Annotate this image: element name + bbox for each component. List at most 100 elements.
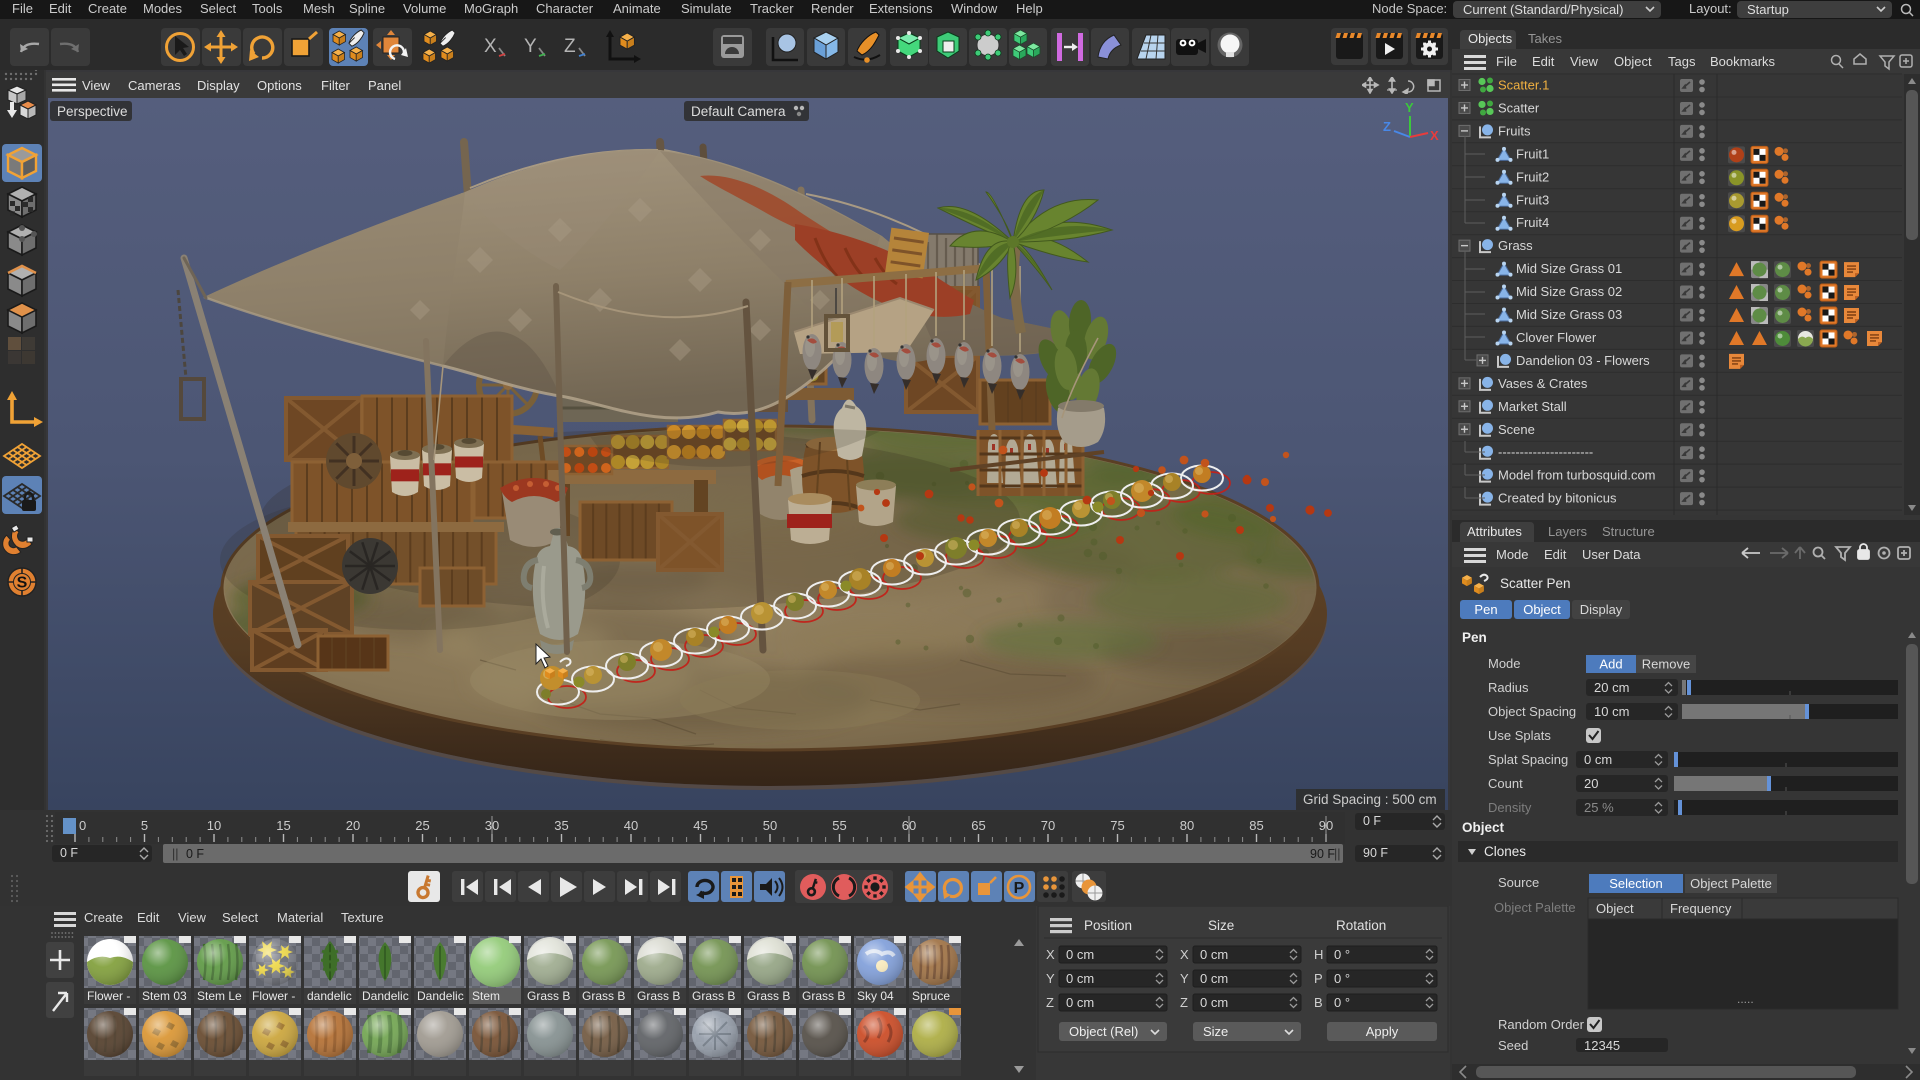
svg-text:10 cm: 10 cm	[1594, 704, 1629, 719]
svg-text:----------------------: ----------------------	[1498, 445, 1593, 460]
svg-text:Dandelic: Dandelic	[417, 989, 464, 1003]
svg-text:Grass B: Grass B	[802, 989, 845, 1003]
svg-text:User Data: User Data	[1582, 547, 1641, 562]
svg-text:Grass: Grass	[1498, 238, 1533, 253]
svg-text:Grass B: Grass B	[582, 989, 625, 1003]
svg-text:Count: Count	[1488, 776, 1523, 791]
svg-text:Z: Z	[564, 36, 576, 57]
svg-text:P: P	[1314, 971, 1323, 986]
svg-text:Scatter.1: Scatter.1	[1498, 78, 1549, 93]
svg-text:View: View	[1570, 54, 1599, 69]
svg-text:0 cm: 0 cm	[1200, 971, 1228, 986]
svg-text:Vases & Crates: Vases & Crates	[1498, 376, 1588, 391]
svg-text:Sky 04: Sky 04	[857, 989, 894, 1003]
svg-text:20: 20	[346, 818, 360, 833]
svg-text:Add: Add	[1599, 657, 1622, 672]
svg-text:Y: Y	[1405, 100, 1414, 115]
svg-text:0 cm: 0 cm	[1584, 752, 1612, 767]
svg-text:Created by bitonicus: Created by bitonicus	[1498, 491, 1617, 506]
svg-text:Edit: Edit	[1532, 54, 1555, 69]
svg-text:0 °: 0 °	[1334, 947, 1350, 962]
svg-text:Market Stall: Market Stall	[1498, 399, 1567, 414]
svg-text:Object (Rel): Object (Rel)	[1069, 1024, 1138, 1039]
svg-text:Object: Object	[1462, 820, 1505, 835]
svg-text:Create: Create	[84, 910, 123, 925]
svg-text:Pen: Pen	[1474, 602, 1497, 617]
svg-text:Remove: Remove	[1642, 657, 1690, 672]
svg-text:dandelic: dandelic	[307, 989, 352, 1003]
svg-text:15: 15	[276, 818, 290, 833]
svg-text:Scene: Scene	[1498, 422, 1535, 437]
svg-text:Radius: Radius	[1488, 680, 1529, 695]
svg-text:0 F: 0 F	[186, 847, 204, 861]
svg-text:0 cm: 0 cm	[1066, 971, 1094, 986]
svg-text:0 cm: 0 cm	[1200, 995, 1228, 1010]
svg-text:Size: Size	[1208, 918, 1234, 933]
svg-text:Mid Size Grass 03: Mid Size Grass 03	[1516, 307, 1622, 322]
svg-text:Stem 03: Stem 03	[142, 989, 187, 1003]
svg-text:Object Palette: Object Palette	[1494, 900, 1576, 915]
svg-text:Perspective: Perspective	[57, 104, 128, 119]
svg-text:Size: Size	[1203, 1024, 1228, 1039]
svg-text:12345: 12345	[1584, 1038, 1620, 1053]
svg-text:40: 40	[624, 818, 638, 833]
svg-text:50: 50	[763, 818, 777, 833]
svg-text:Density: Density	[1488, 800, 1532, 815]
svg-text:Splat Spacing: Splat Spacing	[1488, 752, 1568, 767]
svg-text:.....: .....	[1737, 992, 1754, 1006]
svg-text:Dandelion 03 - Flowers: Dandelion 03 - Flowers	[1516, 353, 1650, 368]
svg-text:Z: Z	[1180, 995, 1188, 1010]
svg-text:X: X	[1430, 128, 1439, 143]
svg-text:25 %: 25 %	[1584, 800, 1614, 815]
svg-text:Object: Object	[1596, 901, 1634, 916]
svg-text:Scatter: Scatter	[1498, 100, 1540, 115]
svg-text:Z: Z	[1383, 119, 1391, 134]
svg-text:Y: Y	[524, 36, 537, 57]
svg-text:0 cm: 0 cm	[1066, 947, 1094, 962]
svg-text:Seed: Seed	[1498, 1038, 1528, 1053]
svg-text:Clover Flower: Clover Flower	[1516, 330, 1597, 345]
svg-text:Random Order: Random Order	[1498, 1017, 1585, 1032]
svg-text:Stem Le: Stem Le	[197, 989, 242, 1003]
svg-text:35: 35	[554, 818, 568, 833]
svg-text:X: X	[1046, 947, 1055, 962]
svg-text:P: P	[1014, 880, 1025, 897]
svg-text:55: 55	[832, 818, 846, 833]
svg-text:Object: Object	[1523, 602, 1561, 617]
svg-text:Tags: Tags	[1668, 54, 1696, 69]
svg-text:0 °: 0 °	[1334, 995, 1350, 1010]
svg-text:Mid Size Grass 02: Mid Size Grass 02	[1516, 284, 1622, 299]
svg-text:Scatter Pen: Scatter Pen	[1500, 576, 1571, 591]
svg-text:Fruits: Fruits	[1498, 123, 1531, 138]
svg-text:0: 0	[79, 818, 86, 833]
svg-text:Y: Y	[1046, 971, 1055, 986]
svg-text:Stem: Stem	[472, 989, 500, 1003]
svg-text:Position: Position	[1084, 918, 1132, 933]
svg-text:Grass B: Grass B	[747, 989, 790, 1003]
svg-text:5: 5	[141, 818, 148, 833]
svg-text:Grass B: Grass B	[637, 989, 680, 1003]
svg-text:Frequency: Frequency	[1670, 901, 1732, 916]
svg-text:View: View	[178, 910, 207, 925]
svg-text:Y: Y	[1180, 971, 1189, 986]
svg-text:Dandelic: Dandelic	[362, 989, 409, 1003]
svg-text:Texture: Texture	[341, 910, 384, 925]
svg-text:Select: Select	[222, 910, 259, 925]
svg-text:45: 45	[693, 818, 707, 833]
svg-text:Flower -: Flower -	[252, 989, 295, 1003]
svg-text:20 cm: 20 cm	[1594, 680, 1629, 695]
svg-text:90 F: 90 F	[1310, 847, 1335, 861]
svg-text:Pen: Pen	[1462, 630, 1487, 645]
svg-text:75: 75	[1110, 818, 1124, 833]
svg-text:Spruce: Spruce	[912, 989, 950, 1003]
svg-text:||: ||	[172, 847, 179, 861]
svg-text:Object Palette: Object Palette	[1690, 876, 1772, 891]
svg-text:S: S	[17, 575, 28, 592]
svg-text:25: 25	[415, 818, 429, 833]
svg-text:Fruit3: Fruit3	[1516, 192, 1549, 207]
svg-text:Fruit2: Fruit2	[1516, 169, 1549, 184]
svg-text:||: ||	[1334, 847, 1341, 861]
svg-text:Grass B: Grass B	[692, 989, 735, 1003]
svg-text:10: 10	[207, 818, 221, 833]
svg-text:65: 65	[971, 818, 985, 833]
